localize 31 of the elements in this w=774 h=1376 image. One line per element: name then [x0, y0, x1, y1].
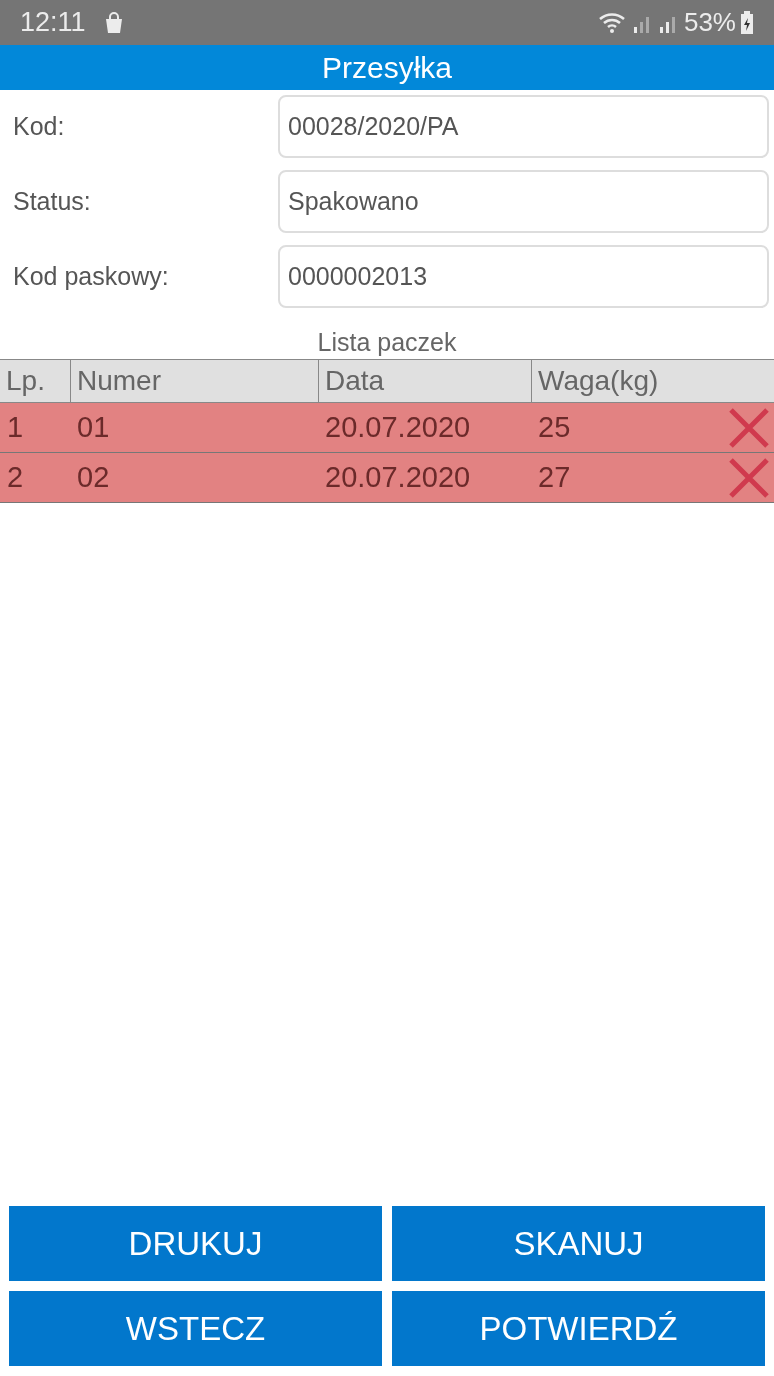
- table-cell-text: 20.07.2020: [324, 459, 472, 495]
- table-cell-text: 1: [6, 409, 25, 445]
- column-header: Numer: [70, 360, 318, 402]
- field-label: Kod paskowy:: [12, 260, 170, 292]
- action-button[interactable]: SKANUJ: [392, 1206, 765, 1281]
- action-button[interactable]: WSTECZ: [9, 1291, 382, 1366]
- battery-percent: 53%: [683, 6, 736, 39]
- input-field[interactable]: 0000002013: [278, 245, 769, 308]
- delete-icon[interactable]: [728, 406, 770, 449]
- table-cell-text: 2: [6, 459, 25, 495]
- table-cell-text: 02: [76, 459, 111, 495]
- table-cell-text: 20.07.2020: [324, 409, 472, 445]
- column-header: Lp.: [5, 364, 46, 398]
- battery-charging-icon: [740, 10, 754, 35]
- field-label: Status:: [12, 185, 92, 217]
- table-cell-text: 25: [537, 409, 572, 445]
- table-cell-text: 01: [76, 409, 111, 445]
- column-header: Waga(kg): [531, 360, 774, 402]
- table-row[interactable]: 1 01 20.07.2020 25: [0, 403, 774, 453]
- table-cell-text: 27: [537, 459, 572, 495]
- table-caption: Lista paczek: [317, 327, 457, 358]
- input-field[interactable]: Spakowano: [278, 170, 769, 233]
- column-header: Data: [318, 360, 531, 402]
- field-label: Kod:: [12, 110, 66, 142]
- table-row[interactable]: 2 02 20.07.2020 27: [0, 453, 774, 503]
- status-time: 12:11: [20, 6, 86, 40]
- action-button[interactable]: POTWIERDŹ: [392, 1291, 765, 1366]
- delete-icon[interactable]: [728, 456, 770, 499]
- action-button[interactable]: DRUKUJ: [9, 1206, 382, 1281]
- screen-title: Przesyłka: [321, 50, 452, 86]
- input-field[interactable]: 00028/2020/PA: [278, 95, 769, 158]
